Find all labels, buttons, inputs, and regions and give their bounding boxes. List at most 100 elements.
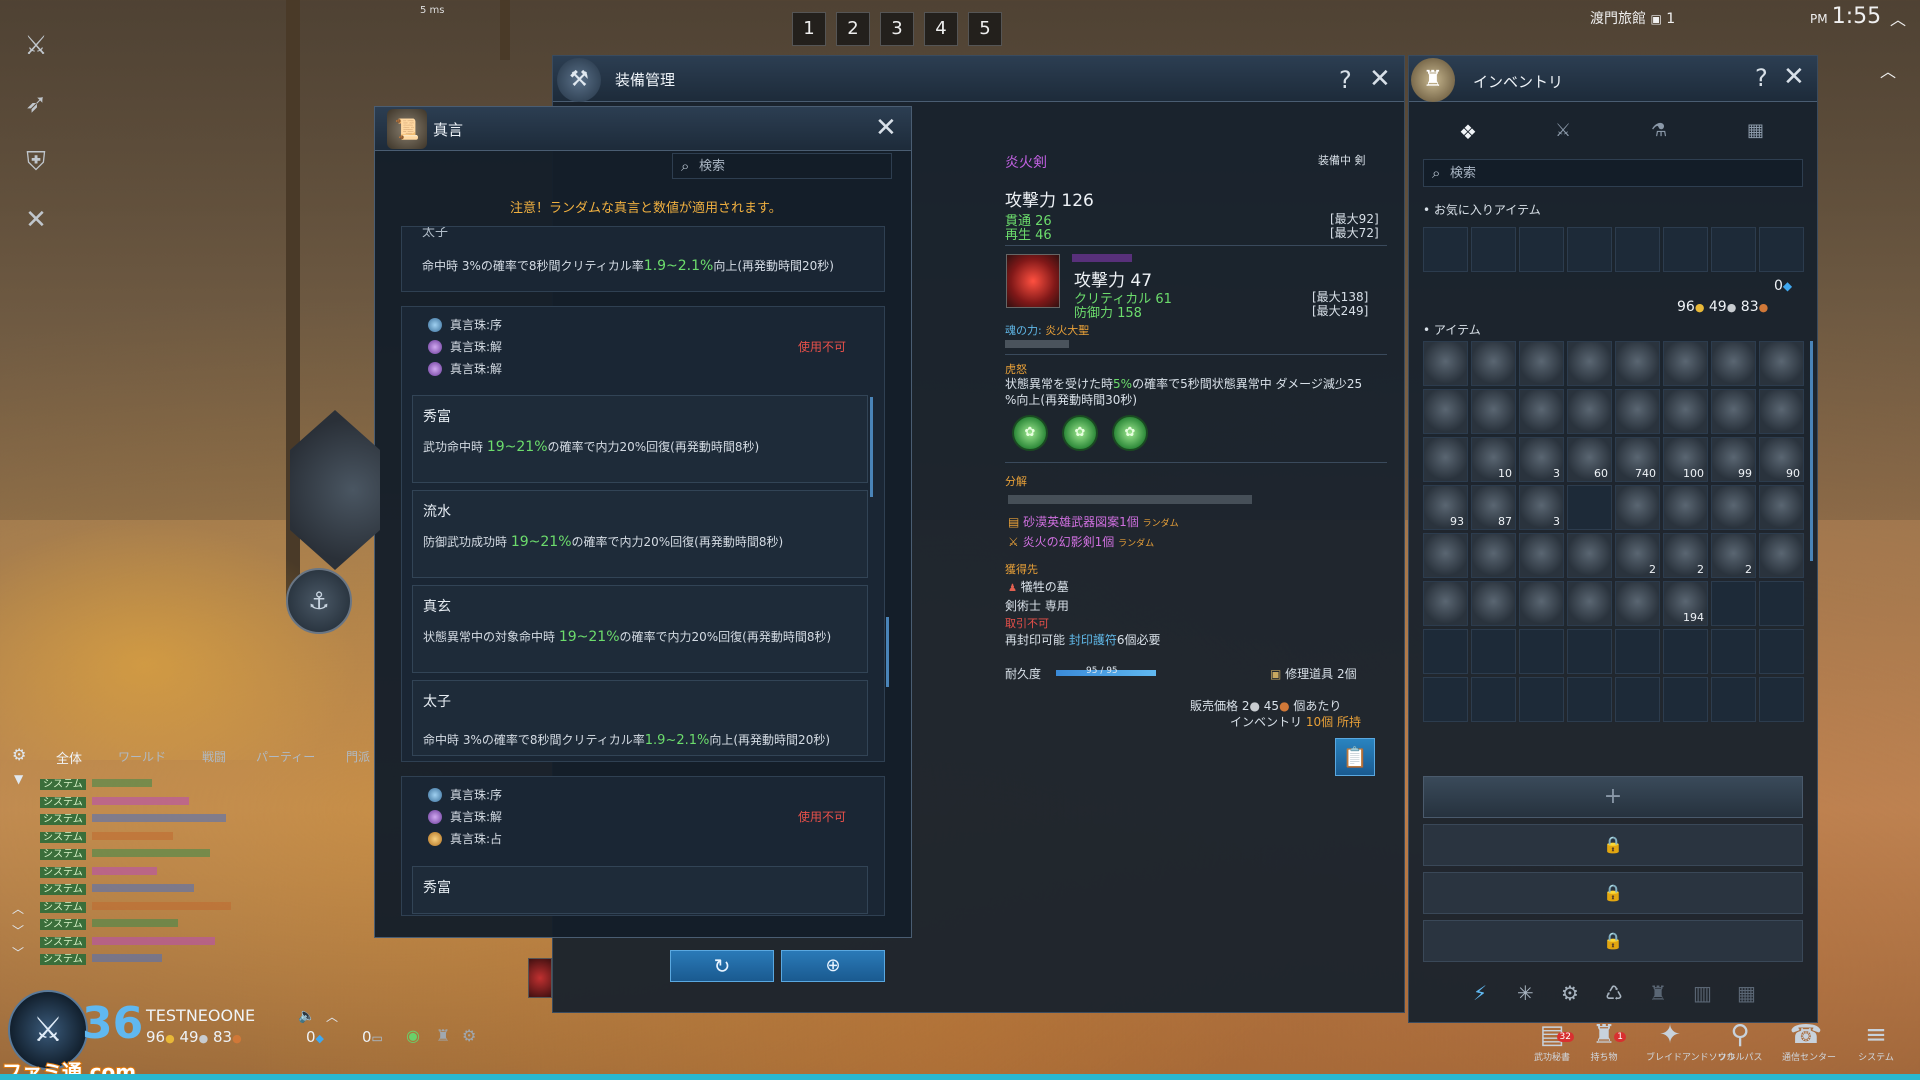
inv-action-trash-icon[interactable]: ▥ (1693, 981, 1712, 1005)
inventory-slot[interactable] (1711, 485, 1756, 530)
inventory-slot[interactable] (1471, 389, 1516, 434)
expand-chevron-icon[interactable]: ︿ (326, 1008, 338, 1025)
favorite-slot[interactable] (1423, 227, 1468, 272)
menu-item[interactable]: ≡ システム (1852, 1020, 1900, 1063)
favorite-slot[interactable] (1471, 227, 1516, 272)
inventory-slot[interactable] (1759, 677, 1804, 722)
menu-item[interactable]: ▤ 32 武功秘書 (1528, 1020, 1576, 1063)
chat-settings-icon[interactable]: ⚙ (12, 745, 26, 764)
inventory-slot[interactable] (1711, 341, 1756, 386)
menu-item[interactable]: ⚲ ソウルパス (1716, 1020, 1764, 1063)
inventory-slot[interactable]: 10 (1471, 437, 1516, 482)
proverb-entry[interactable]: 真玄 状態異常中の対象命中時 19~21%の確率で内力20%回復(再発動時間8秒… (412, 585, 868, 673)
chat-scroll-up-icon[interactable]: ︿ (12, 900, 24, 917)
inventory-slot[interactable] (1759, 341, 1804, 386)
chat-scroll-down-icon[interactable]: ﹀ (12, 922, 24, 939)
equip-window-titlebar[interactable] (553, 56, 1404, 102)
chat-tab[interactable]: 全体 (56, 748, 82, 767)
inv-action-cycle-icon[interactable]: ♺ (1605, 981, 1623, 1005)
inventory-slot[interactable] (1567, 485, 1612, 530)
inventory-slot[interactable] (1759, 581, 1804, 626)
inventory-slot[interactable] (1615, 677, 1660, 722)
refresh-button[interactable]: ↻ (670, 950, 774, 982)
inventory-slot[interactable] (1711, 389, 1756, 434)
menu-item[interactable]: ♜ 1 持ち物 (1580, 1020, 1628, 1063)
add-expand-button[interactable]: + (1423, 776, 1803, 818)
inventory-slot[interactable] (1759, 533, 1804, 578)
close-icon[interactable]: ✕ (1783, 64, 1805, 90)
inventory-slot[interactable] (1615, 341, 1660, 386)
hotbar-slot-3[interactable]: 3 (880, 12, 914, 46)
proverb-entry[interactable]: 太子 命中時 3%の確率で8秒間クリティカル率1.9~2.1%向上(再発動時間2… (412, 680, 868, 756)
inventory-tab-consumable-icon[interactable]: ⚗ (1651, 120, 1667, 141)
inventory-slot[interactable] (1663, 389, 1708, 434)
inventory-slot[interactable] (1711, 677, 1756, 722)
favorite-slot[interactable] (1663, 227, 1708, 272)
collapse-chevron-icon[interactable]: ︿ (1880, 58, 1896, 82)
help-icon[interactable]: ? (1339, 68, 1352, 92)
inventory-slot[interactable]: 194 (1663, 581, 1708, 626)
bag-small-icon[interactable]: ♜ (436, 1026, 450, 1045)
inv-action-gear-icon[interactable]: ⚙ (1561, 981, 1579, 1005)
close-icon[interactable]: ✕ (1369, 66, 1391, 92)
inventory-slot[interactable]: 99 (1711, 437, 1756, 482)
inventory-search-input[interactable]: 検索 (1423, 159, 1803, 187)
inventory-slot[interactable] (1663, 629, 1708, 674)
side-item-icon[interactable] (528, 958, 552, 998)
close-icon[interactable]: ✕ (875, 115, 897, 141)
inventory-slot[interactable] (1471, 629, 1516, 674)
hotbar-slot-5[interactable]: 5 (968, 12, 1002, 46)
minimap-icon[interactable]: ⚓ (286, 568, 352, 634)
inventory-slot[interactable] (1567, 629, 1612, 674)
help-icon[interactable]: ? (1755, 66, 1768, 90)
proverb-entry[interactable]: 秀富 武功命中時 19~21%の確率で内力20%回復(再発動時間8秒) (412, 395, 868, 483)
chat-filter-icon[interactable]: ▼ (14, 772, 23, 786)
helmet-skill-icon[interactable]: ⛨ (18, 144, 54, 180)
inventory-slot[interactable] (1423, 677, 1468, 722)
crossed-swords-icon[interactable]: ✕ (18, 202, 54, 238)
inventory-slot[interactable] (1663, 677, 1708, 722)
inventory-slot[interactable] (1711, 581, 1756, 626)
inventory-slot[interactable] (1615, 485, 1660, 530)
inventory-slot[interactable]: 3 (1519, 437, 1564, 482)
inventory-slot[interactable]: 2 (1615, 533, 1660, 578)
inventory-slot[interactable]: 740 (1615, 437, 1660, 482)
sword-skill-icon[interactable]: ⚔ (18, 28, 54, 64)
chat-tab[interactable]: 戦闘 (202, 748, 226, 765)
inventory-slot[interactable] (1615, 629, 1660, 674)
inventory-slot[interactable] (1567, 389, 1612, 434)
dash-skill-icon[interactable]: ➶ (18, 86, 54, 122)
inventory-slot[interactable] (1615, 581, 1660, 626)
favorite-slot[interactable] (1711, 227, 1756, 272)
globe-icon[interactable]: ◉ (406, 1026, 420, 1045)
inventory-slot[interactable] (1519, 341, 1564, 386)
inv-action-quick-icon[interactable]: ⚡ (1473, 981, 1487, 1005)
inventory-slot[interactable]: 90 (1759, 437, 1804, 482)
inventory-slot[interactable]: 2 (1663, 533, 1708, 578)
favorite-slot[interactable] (1615, 227, 1660, 272)
inventory-slot[interactable] (1759, 629, 1804, 674)
inventory-slot[interactable]: 93 (1423, 485, 1468, 530)
inventory-slot[interactable]: 3 (1519, 485, 1564, 530)
inventory-slot[interactable] (1567, 677, 1612, 722)
inventory-slot[interactable] (1471, 581, 1516, 626)
inv-action-warehouse-icon[interactable]: ♜ (1649, 981, 1667, 1005)
hotbar-slot-1[interactable]: 1 (792, 12, 826, 46)
inventory-slot[interactable]: 100 (1663, 437, 1708, 482)
inventory-slot[interactable] (1519, 389, 1564, 434)
settings-small-icon[interactable]: ⚙ (462, 1026, 476, 1045)
inventory-slot[interactable] (1519, 533, 1564, 578)
inventory-slot[interactable] (1567, 581, 1612, 626)
inv-action-sort-icon[interactable]: ▦ (1737, 981, 1756, 1005)
hotbar-slot-4[interactable]: 4 (924, 12, 958, 46)
inv-action-sparkle-icon[interactable]: ✳ (1517, 981, 1534, 1005)
inventory-slot[interactable] (1423, 629, 1468, 674)
inventory-slot[interactable]: 87 (1471, 485, 1516, 530)
chat-tab[interactable]: パーティー (256, 748, 315, 765)
inventory-slot[interactable] (1519, 581, 1564, 626)
inventory-slot[interactable] (1471, 677, 1516, 722)
inventory-slot[interactable] (1567, 341, 1612, 386)
inventory-slot[interactable] (1423, 581, 1468, 626)
inventory-slot[interactable] (1663, 485, 1708, 530)
inventory-slot[interactable]: 60 (1567, 437, 1612, 482)
